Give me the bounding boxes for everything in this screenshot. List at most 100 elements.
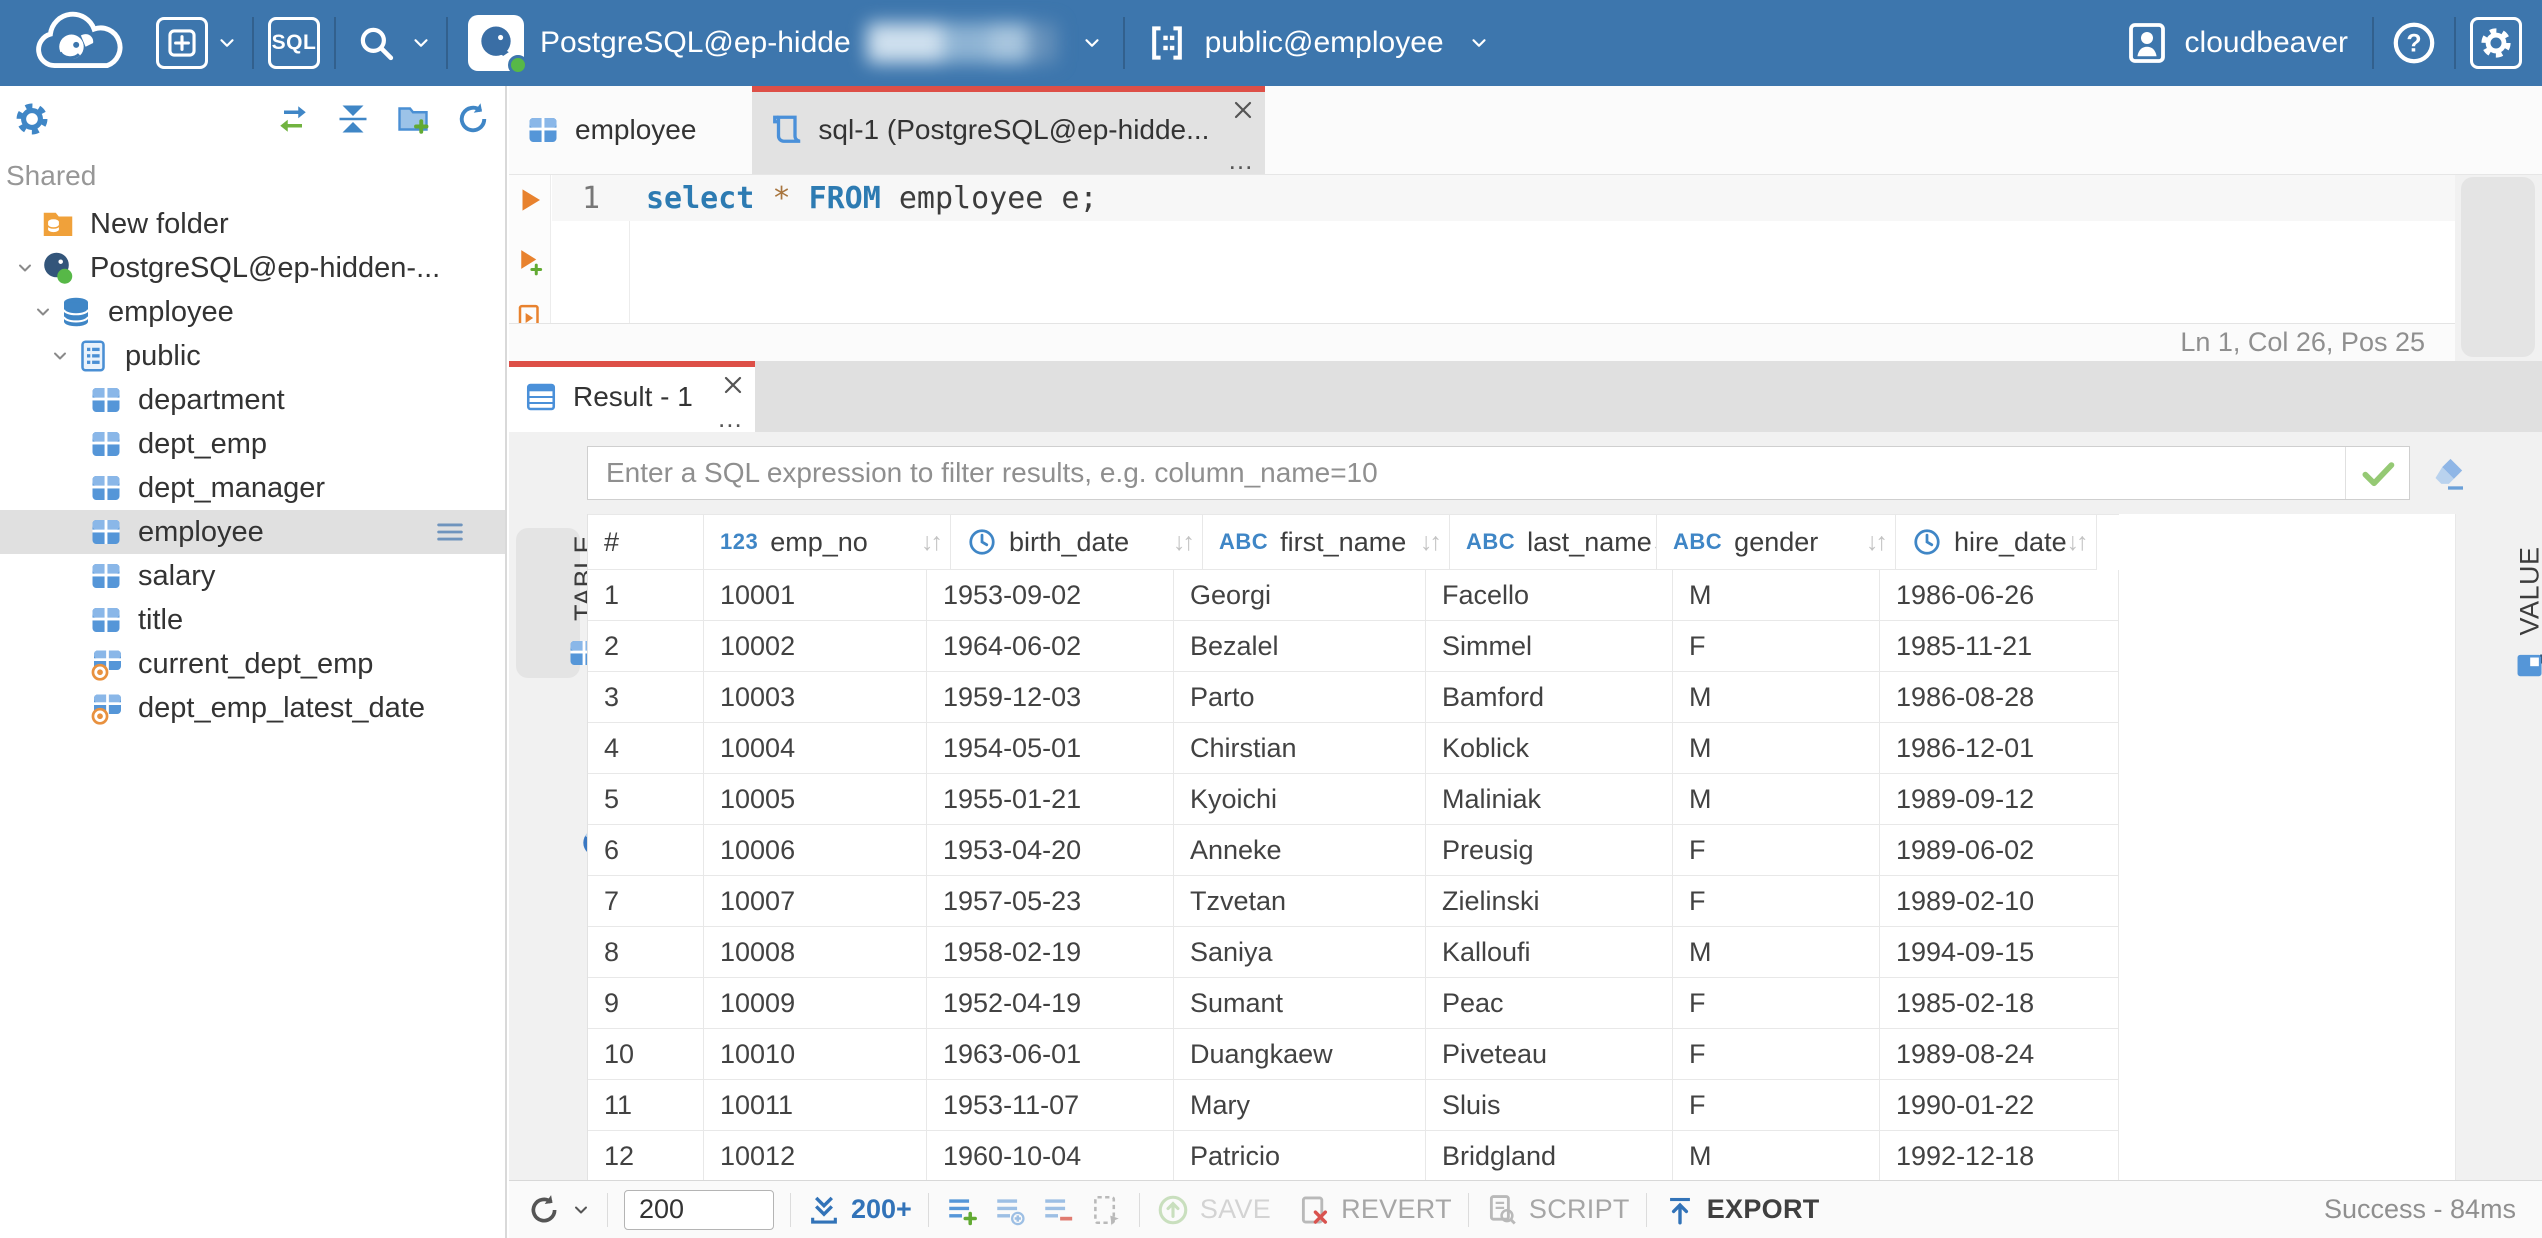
cell-hire-date[interactable]: 1990-01-22 (1880, 1080, 2119, 1131)
cell-hire-date[interactable]: 1989-09-12 (1880, 774, 2119, 825)
delete-row-button[interactable] (1041, 1193, 1075, 1227)
column-header[interactable]: hire_date ↓↑ (1896, 515, 2097, 570)
cell-last-name[interactable]: Facello (1426, 570, 1673, 621)
column-header[interactable]: ABC gender ↓↑ (1657, 515, 1896, 570)
apply-filter-button[interactable] (2345, 447, 2409, 499)
row-number-cell[interactable]: 9 (588, 978, 704, 1029)
cell-hire-date[interactable]: 1986-08-28 (1880, 672, 2119, 723)
tree-item[interactable]: salary (0, 554, 505, 598)
cell-hire-date[interactable]: 1985-11-21 (1880, 621, 2119, 672)
cell-gender[interactable]: F (1673, 876, 1880, 927)
tree-item[interactable]: employee (0, 510, 505, 554)
row-number-cell[interactable]: 5 (588, 774, 704, 825)
chevron-down-icon[interactable] (45, 346, 75, 366)
cell-gender[interactable]: F (1673, 1029, 1880, 1080)
new-object-button[interactable] (156, 17, 208, 69)
cell-birth-date[interactable]: 1959-12-03 (927, 672, 1174, 723)
cell-emp-no[interactable]: 10006 (704, 825, 927, 876)
execute-new-tab-button[interactable] (515, 247, 545, 277)
cell-gender[interactable]: M (1673, 774, 1880, 825)
cell-emp-no[interactable]: 10002 (704, 621, 927, 672)
row-number-cell[interactable]: 6 (588, 825, 704, 876)
chevron-down-icon[interactable] (58, 566, 88, 586)
chevron-down-icon[interactable] (571, 1200, 591, 1220)
tab-overflow-menu[interactable]: … (1227, 147, 1253, 173)
cell-last-name[interactable]: Bamford (1426, 672, 1673, 723)
tab-grouping-panel[interactable]: GROUPING (2462, 694, 2536, 904)
column-header[interactable]: ABC last_name ↓↑ (1450, 515, 1657, 570)
tab-result-1[interactable]: Result - 1 … (509, 361, 755, 432)
row-number-cell[interactable]: 10 (588, 1029, 704, 1080)
cell-emp-no[interactable]: 10009 (704, 978, 927, 1029)
sort-icon[interactable]: ↓↑ (921, 528, 943, 557)
chevron-down-icon[interactable] (10, 214, 40, 234)
row-number-cell[interactable]: 1 (588, 570, 704, 621)
duplicate-row-button[interactable] (993, 1193, 1027, 1227)
add-row-button[interactable] (945, 1193, 979, 1227)
column-header[interactable]: 123 emp_no ↓↑ (704, 515, 951, 570)
cell-hire-date[interactable]: 1985-02-18 (1880, 978, 2119, 1029)
export-button[interactable]: EXPORT (1663, 1193, 1820, 1227)
cell-first-name[interactable]: Mary (1174, 1080, 1426, 1131)
new-object-chevron-icon[interactable] (216, 32, 238, 54)
script-button[interactable]: SCRIPT (1485, 1193, 1630, 1227)
cell-hire-date[interactable]: 1989-08-24 (1880, 1029, 2119, 1080)
apply-changes-script-button[interactable] (1089, 1193, 1123, 1227)
cell-gender[interactable]: F (1673, 825, 1880, 876)
cell-first-name[interactable]: Parto (1174, 672, 1426, 723)
row-number-cell[interactable]: 11 (588, 1080, 704, 1131)
tab-value-panel[interactable]: VALUE (2462, 534, 2542, 694)
column-header[interactable]: ABC first_name ↓↑ (1203, 515, 1450, 570)
cell-last-name[interactable]: Koblick (1426, 723, 1673, 774)
cell-emp-no[interactable]: 10005 (704, 774, 927, 825)
cell-emp-no[interactable]: 10004 (704, 723, 927, 774)
tree-item[interactable]: dept_manager (0, 466, 505, 510)
cell-birth-date[interactable]: 1954-05-01 (927, 723, 1174, 774)
cell-gender[interactable]: F (1673, 1080, 1880, 1131)
code-line[interactable]: 1 select * FROM employee e; (552, 175, 2455, 221)
search-button[interactable] (350, 17, 402, 69)
cell-birth-date[interactable]: 1952-04-19 (927, 978, 1174, 1029)
cell-first-name[interactable]: Saniya (1174, 927, 1426, 978)
cell-last-name[interactable]: Kalloufi (1426, 927, 1673, 978)
cell-last-name[interactable]: Bridgland (1426, 1131, 1673, 1180)
cell-first-name[interactable]: Georgi (1174, 570, 1426, 621)
revert-button[interactable]: REVERT (1297, 1193, 1452, 1227)
cell-last-name[interactable]: Piveteau (1426, 1029, 1673, 1080)
row-number-cell[interactable]: 12 (588, 1131, 704, 1180)
filter-input[interactable] (588, 447, 2345, 499)
cell-birth-date[interactable]: 1960-10-04 (927, 1131, 1174, 1180)
help-button[interactable] (2388, 17, 2440, 69)
cell-emp-no[interactable]: 10007 (704, 876, 927, 927)
row-number-cell[interactable]: 4 (588, 723, 704, 774)
clear-filter-eraser-icon[interactable] (2428, 453, 2468, 493)
cell-hire-date[interactable]: 1989-02-10 (1880, 876, 2119, 927)
row-number-cell[interactable]: 7 (588, 876, 704, 927)
new-folder-button[interactable] (395, 101, 431, 137)
chevron-down-icon[interactable] (58, 478, 88, 498)
sidebar-settings-button[interactable] (14, 101, 50, 137)
tab-table-view[interactable]: TABLE (516, 528, 599, 678)
cell-first-name[interactable]: Patricio (1174, 1131, 1426, 1180)
tab-charts-view[interactable]: CHARTS (516, 686, 611, 871)
schema-selector[interactable]: public@employee (1139, 21, 1496, 65)
user-menu[interactable]: cloudbeaver (2123, 19, 2348, 67)
cell-birth-date[interactable]: 1958-02-19 (927, 927, 1174, 978)
tree-item[interactable]: public (0, 334, 505, 378)
chevron-down-icon[interactable] (28, 302, 58, 322)
cell-last-name[interactable]: Peac (1426, 978, 1673, 1029)
refresh-results-button[interactable] (527, 1193, 591, 1227)
cell-first-name[interactable]: Bezalel (1174, 621, 1426, 672)
cloudbeaver-logo-icon[interactable] (20, 10, 138, 76)
cell-hire-date[interactable]: 1992-12-18 (1880, 1131, 2119, 1180)
tree-item[interactable]: PostgreSQL@ep-hidden-... (0, 246, 505, 290)
cell-birth-date[interactable]: 1964-06-02 (927, 621, 1174, 672)
cell-emp-no[interactable]: 10001 (704, 570, 927, 621)
cell-gender[interactable]: M (1673, 570, 1880, 621)
chevron-down-icon[interactable] (58, 610, 88, 630)
collapse-all-button[interactable] (335, 101, 371, 137)
cell-birth-date[interactable]: 1953-09-02 (927, 570, 1174, 621)
connection-selector[interactable]: PostgreSQL@ep-hidde (462, 15, 1109, 75)
save-button[interactable]: SAVE (1156, 1193, 1271, 1227)
refresh-tree-button[interactable] (455, 101, 491, 137)
